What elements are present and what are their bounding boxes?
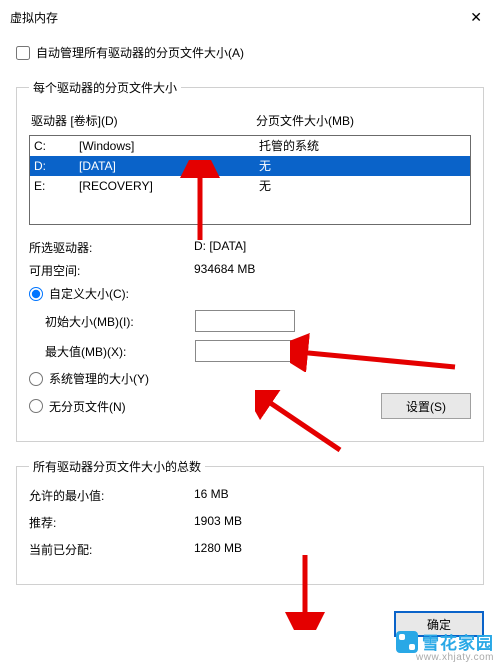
system-managed-radio[interactable]: 系统管理的大小(Y) (29, 370, 471, 387)
current-value: 1280 MB (194, 541, 471, 558)
selected-drive-label: 所选驱动器: (29, 239, 194, 256)
drive-size: 无 (259, 157, 466, 175)
min-allowed-label: 允许的最小值: (29, 487, 194, 504)
radio-custom[interactable] (29, 287, 43, 301)
initial-size-label: 初始大小(MB)(I): (45, 313, 195, 330)
free-space-value: 934684 MB (194, 262, 471, 279)
column-size-label: 分页文件大小(MB) (256, 112, 469, 129)
drive-row[interactable]: C: [Windows] 托管的系统 (30, 136, 470, 156)
custom-size-label: 自定义大小(C): (49, 285, 129, 302)
totals-legend: 所有驱动器分页文件大小的总数 (29, 458, 205, 475)
free-space-label: 可用空间: (29, 262, 194, 279)
watermark-text: 雪花家园 (422, 629, 494, 654)
column-drive-label: 驱动器 [卷标](D) (31, 112, 256, 129)
initial-size-input[interactable] (195, 310, 295, 332)
system-managed-label: 系统管理的大小(Y) (49, 370, 149, 387)
no-paging-label: 无分页文件(N) (49, 398, 126, 415)
no-paging-radio[interactable]: 无分页文件(N) (29, 398, 126, 415)
selected-drive-value: D: [DATA] (194, 239, 471, 256)
drive-letter: E: (34, 177, 79, 195)
drive-list[interactable]: C: [Windows] 托管的系统 D: [DATA] 无 E: [RECOV… (29, 135, 471, 225)
drive-label: [DATA] (79, 157, 259, 175)
close-icon[interactable]: ✕ (462, 7, 490, 28)
drive-row[interactable]: E: [RECOVERY] 无 (30, 176, 470, 196)
current-label: 当前已分配: (29, 541, 194, 558)
custom-size-radio[interactable]: 自定义大小(C): (29, 285, 471, 302)
max-size-input[interactable] (195, 340, 295, 362)
drive-size: 托管的系统 (259, 137, 466, 155)
dialog-title: 虚拟内存 (10, 9, 58, 26)
auto-manage-input[interactable] (16, 46, 30, 60)
max-size-label: 最大值(MB)(X): (45, 343, 195, 360)
drive-label: [RECOVERY] (79, 177, 259, 195)
watermark-url: www.xhjaty.com (416, 652, 494, 663)
drive-row[interactable]: D: [DATA] 无 (30, 156, 470, 176)
watermark-icon (396, 631, 418, 653)
radio-system[interactable] (29, 372, 43, 386)
drives-group: 每个驱动器的分页文件大小 驱动器 [卷标](D) 分页文件大小(MB) C: [… (16, 79, 484, 442)
recommended-value: 1903 MB (194, 514, 471, 531)
totals-group: 所有驱动器分页文件大小的总数 允许的最小值: 16 MB 推荐: 1903 MB… (16, 458, 484, 585)
drive-letter: D: (34, 157, 79, 175)
watermark: 雪花家园 www.xhjaty.com (396, 629, 494, 663)
recommended-label: 推荐: (29, 514, 194, 531)
set-button[interactable]: 设置(S) (381, 393, 471, 419)
radio-none[interactable] (29, 399, 43, 413)
auto-manage-checkbox[interactable]: 自动管理所有驱动器的分页文件大小(A) (16, 44, 484, 61)
drives-legend: 每个驱动器的分页文件大小 (29, 79, 181, 96)
drive-letter: C: (34, 137, 79, 155)
auto-manage-label: 自动管理所有驱动器的分页文件大小(A) (36, 44, 244, 61)
drive-label: [Windows] (79, 137, 259, 155)
drive-size: 无 (259, 177, 466, 195)
min-allowed-value: 16 MB (194, 487, 471, 504)
